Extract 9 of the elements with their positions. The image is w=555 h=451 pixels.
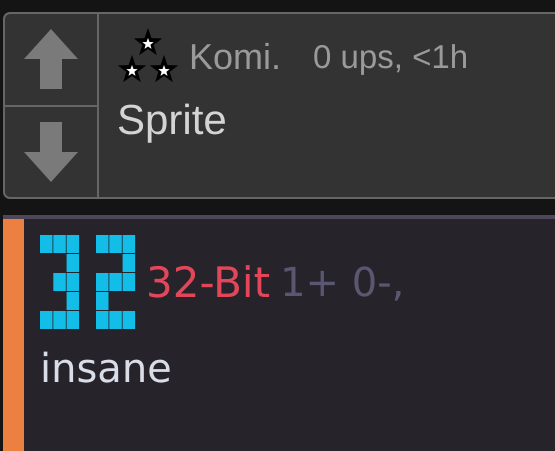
up-arrow-icon[interactable] (24, 29, 78, 90)
comment-meta: 0 ups, <1h (313, 38, 468, 76)
vote-count: 1+ 0-, (280, 260, 404, 306)
pixel-avatar-icon (40, 235, 136, 330)
comment-text: Sprite (117, 96, 228, 144)
username[interactable]: 32-Bit (146, 258, 270, 307)
username[interactable]: Komi. (189, 36, 282, 78)
down-arrow-icon[interactable] (24, 122, 78, 182)
comment-text: insane (40, 346, 173, 392)
